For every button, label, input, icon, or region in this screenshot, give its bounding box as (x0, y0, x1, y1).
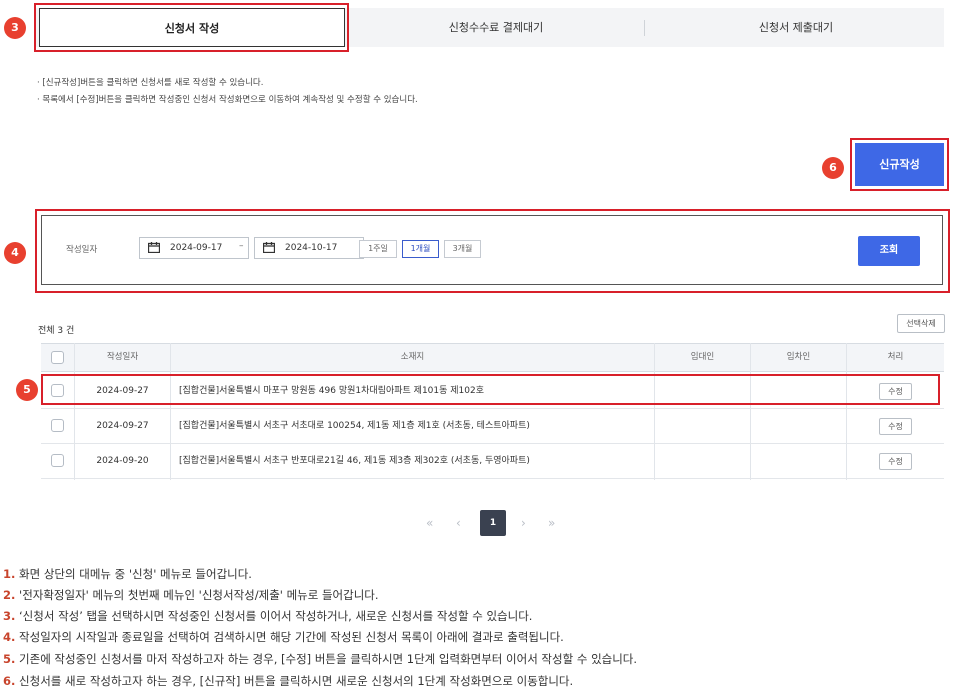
row-tenant (751, 444, 846, 478)
info-line-1: · [신규작성]버튼을 클릭하면 신청서를 새로 작성할 수 있습니다. (37, 78, 264, 88)
note-text: 작성일자의 시작일과 종료일을 선택하여 검색하시면 해당 기간에 작성된 신청… (15, 630, 564, 644)
note-4: 4. 작성일자의 시작일과 종료일을 선택하여 검색하시면 해당 기간에 작성된… (3, 629, 564, 645)
date-label: 작성일자 (66, 245, 98, 255)
note-text: ‘신청서 작성’ 탭을 선택하시면 작성중인 신청서를 이어서 작성하거나, 새… (15, 609, 533, 623)
note-3: 3. ‘신청서 작성’ 탭을 선택하시면 작성중인 신청서를 이어서 작성하거나… (3, 608, 532, 624)
next-page-button[interactable]: › (521, 510, 526, 536)
start-date-value: 2024-09-17 (170, 243, 223, 253)
tab-divider (644, 20, 645, 36)
note-1: 1. 화면 상단의 대메뉴 중 '신청' 메뉴로 들어갑니다. (3, 566, 252, 582)
calendar-icon (263, 242, 275, 253)
period-3-month-button[interactable]: 3개월 (444, 240, 481, 258)
edit-button[interactable]: 수정 (879, 453, 912, 470)
date-separator: – (239, 241, 244, 251)
row-checkbox[interactable] (51, 419, 64, 432)
table-row[interactable]: 2024-09-20 [집합건물]서울특별시 서초구 반포대로21길 46, 제… (41, 444, 944, 479)
note-text: 기존에 작성중인 신청서를 마저 작성하고자 하는 경우, [수정] 버튼을 클… (15, 652, 638, 666)
header-date: 작성일자 (106, 352, 139, 362)
row-address: [집합건물]서울특별시 서초구 반포대로21길 46, 제1동 제3층 제302… (179, 456, 530, 466)
tab-submission-pending[interactable]: 신청서 제출대기 (648, 8, 944, 47)
header-action: 처리 (887, 352, 904, 362)
note-number: 2. (3, 588, 16, 602)
header-landlord: 임대인 (690, 352, 715, 362)
row-checkbox[interactable] (51, 454, 64, 467)
period-1-month-button[interactable]: 1개월 (402, 240, 439, 258)
first-page-button[interactable]: « (426, 510, 433, 536)
start-date-field[interactable]: 2024-09-17 (139, 237, 249, 259)
edit-button[interactable]: 수정 (879, 418, 912, 435)
note-5: 5. 기존에 작성중인 신청서를 마저 작성하고자 하는 경우, [수정] 버튼… (3, 651, 637, 667)
calendar-icon (148, 242, 160, 253)
total-count: 전체 3 건 (38, 326, 75, 336)
note-2: 2. '전자확정일자' 메뉴의 첫번째 메뉴인 '신청서작성/제출' 메뉴로 들… (3, 587, 379, 603)
note-number: 6. (3, 674, 16, 688)
last-page-button[interactable]: » (548, 510, 555, 536)
note-number: 5. (3, 652, 16, 666)
header-tenant: 임차인 (786, 352, 811, 362)
row-date: 2024-09-27 (96, 421, 149, 431)
row-tenant (751, 409, 846, 443)
note-6: 6. 신청서를 새로 작성하고자 하는 경우, [신규작] 버튼을 클릭하시면 … (3, 673, 573, 689)
step-marker-3: 3 (4, 17, 26, 39)
step-marker-5: 5 (16, 379, 38, 401)
info-line-2: · 목록에서 [수정]버튼을 클릭하면 작성중인 신청서 작성화면으로 이동하여… (37, 95, 418, 105)
highlight-row (41, 374, 940, 405)
new-application-button[interactable]: 신규작성 (855, 143, 944, 186)
end-date-field[interactable]: 2024-10-17 (254, 237, 364, 259)
row-date: 2024-09-20 (96, 456, 149, 466)
note-number: 4. (3, 630, 16, 644)
page-number-current[interactable]: 1 (480, 510, 506, 536)
step-marker-6: 6 (822, 157, 844, 179)
end-date-value: 2024-10-17 (285, 243, 338, 253)
note-number: 1. (3, 567, 16, 581)
table-row[interactable]: 2024-09-27 [집합건물]서울특별시 서초구 서초대로 100254, … (41, 409, 944, 444)
period-1-week-button[interactable]: 1주일 (359, 240, 397, 258)
select-all-checkbox[interactable] (51, 351, 64, 364)
row-address: [집합건물]서울특별시 서초구 서초대로 100254, 제1동 제1층 제1호… (179, 421, 530, 431)
note-text: '전자확정일자' 메뉴의 첫번째 메뉴인 '신청서작성/제출' 메뉴로 들어갑니… (15, 588, 379, 602)
highlight-tab (34, 3, 349, 52)
header-address: 소재지 (400, 352, 425, 362)
note-text: 화면 상단의 대메뉴 중 '신청' 메뉴로 들어갑니다. (15, 567, 252, 581)
delete-selected-button[interactable]: 선택삭제 (897, 314, 945, 333)
row-landlord (655, 409, 750, 443)
note-text: 신청서를 새로 작성하고자 하는 경우, [신규작] 버튼을 클릭하시면 새로운… (15, 674, 574, 688)
step-marker-4: 4 (4, 242, 26, 264)
note-number: 3. (3, 609, 16, 623)
tab-fee-payment-pending[interactable]: 신청수수료 결제대기 (356, 8, 636, 47)
row-landlord (655, 444, 750, 478)
table-header: 작성일자 소재지 임대인 임차인 처리 (41, 343, 944, 372)
prev-page-button[interactable]: ‹ (456, 510, 461, 536)
search-button[interactable]: 조회 (858, 236, 920, 266)
